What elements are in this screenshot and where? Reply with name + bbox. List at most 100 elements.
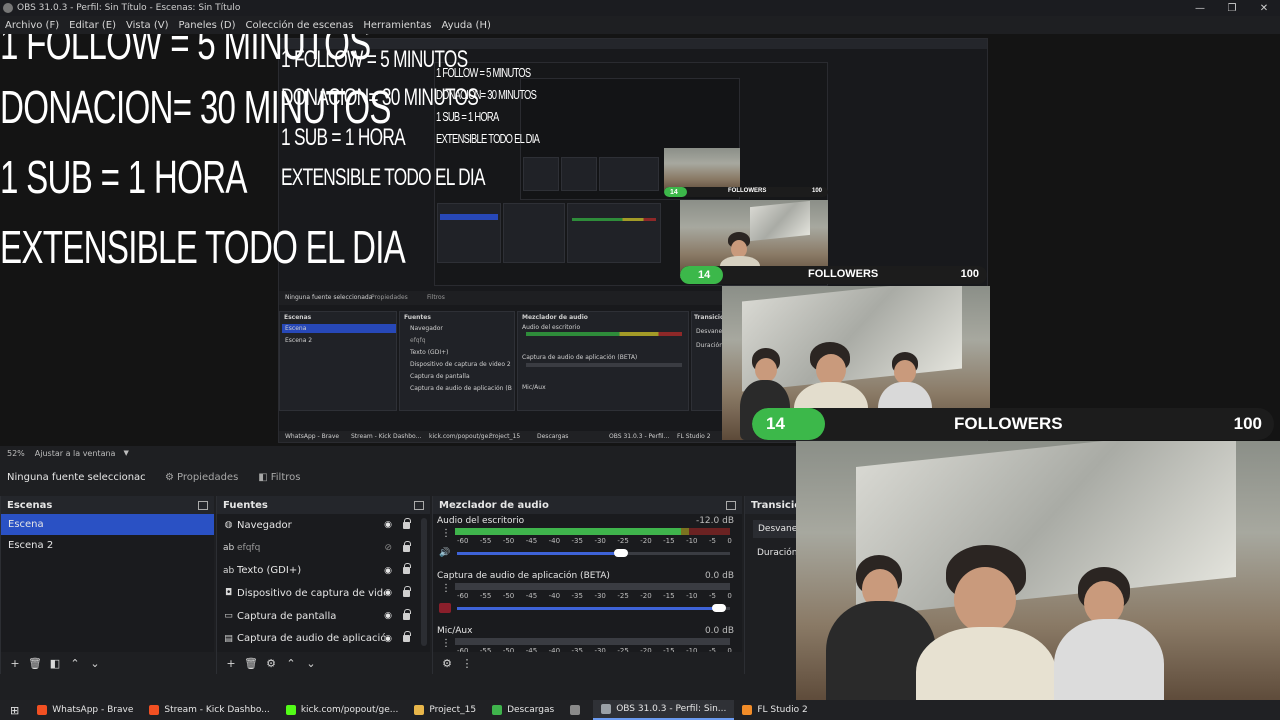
close-button[interactable]: ✕ xyxy=(1248,0,1280,16)
webcam-preview-small xyxy=(664,148,740,192)
sources-dock: Fuentes ◍ Navegador ◉ ab efqfq ⊘ ab Text… xyxy=(216,496,430,674)
lock-icon[interactable] xyxy=(403,585,411,597)
filters-button[interactable]: ◧ Filtros xyxy=(250,468,308,487)
preview-canvas[interactable]: Ninguna fuente seleccionada Propiedades … xyxy=(0,34,1280,446)
meter-tick-label: -35 xyxy=(571,592,583,600)
advanced-audio-gear-icon[interactable]: ⚙ xyxy=(439,655,455,671)
scenes-title: Escenas xyxy=(7,499,53,511)
fl-studio-icon xyxy=(742,705,753,715)
taskbar: ⊞ WhatsApp - Brave Stream - Kick Dashbo.… xyxy=(0,700,1280,720)
menu-editar[interactable]: Editar (E) xyxy=(64,20,121,31)
source-item-texto[interactable]: ab Texto (GDI+) ◉ xyxy=(217,559,430,582)
kebab-menu-icon[interactable]: ⋮ xyxy=(441,639,451,649)
source-item-navegador[interactable]: ◍ Navegador ◉ xyxy=(217,514,430,537)
add-source-button[interactable]: + xyxy=(223,655,239,671)
meter-tick-label: -45 xyxy=(525,592,538,600)
lock-icon[interactable] xyxy=(403,563,411,575)
eye-icon[interactable]: ◉ xyxy=(384,520,392,530)
nested-source-3: Texto (GDI+) xyxy=(410,349,449,356)
scene-item-escena-2[interactable]: Escena 2 xyxy=(1,535,214,556)
taskbar-item[interactable]: Stream - Kick Dashbo... xyxy=(141,700,277,720)
globe-icon: ◍ xyxy=(224,520,233,531)
kebab-menu-icon[interactable]: ⋮ xyxy=(441,584,451,594)
taskbar-item[interactable]: Descargas xyxy=(484,700,562,720)
meter-tick-label: -10 xyxy=(686,592,698,600)
menu-herramientas[interactable]: Herramientas xyxy=(358,20,436,31)
add-scene-button[interactable]: + xyxy=(7,655,23,671)
volume-meter xyxy=(455,638,730,645)
eye-icon[interactable]: ◉ xyxy=(384,611,392,621)
meter-tick-label: -20 xyxy=(640,537,652,545)
eye-icon[interactable]: ◉ xyxy=(384,634,392,644)
source-item-video-capture[interactable]: ◘ Dispositivo de captura de video 2 ◉ xyxy=(217,582,430,605)
meter-tick-label: -25 xyxy=(617,592,629,600)
meter-tick-label: -45 xyxy=(525,537,538,545)
nested-source-5: Captura de pantalla xyxy=(410,373,470,380)
volume-slider[interactable] xyxy=(457,549,730,557)
sources-scrollbar[interactable] xyxy=(421,518,427,646)
eye-hidden-icon[interactable]: ⊘ xyxy=(384,543,392,553)
remove-scene-button[interactable]: 🗑 xyxy=(27,655,43,671)
mixer-channel: Captura de audio de aplicación (BETA) 0.… xyxy=(433,569,742,624)
menu-vista[interactable]: Vista (V) xyxy=(121,20,173,31)
meter-ticks: -60 -55 -50 -45 -40 -35 -30 -25 -20 -15 -10 -5 0 xyxy=(457,537,732,545)
properties-button[interactable]: ⚙ Propiedades xyxy=(157,468,246,487)
source-item-app-audio[interactable]: ▤ Captura de audio de aplicación (B ◉ xyxy=(217,627,430,650)
follower-goal-bar-medium: 14 FOLLOWERS 100 xyxy=(680,266,987,284)
nested-mixer-ch3: Mic/Aux xyxy=(522,384,546,391)
remove-source-button[interactable]: 🗑 xyxy=(243,655,259,671)
lock-icon[interactable] xyxy=(403,631,411,643)
lock-icon[interactable] xyxy=(403,608,411,620)
meter-tick-label: -25 xyxy=(617,537,629,545)
sources-list: ◍ Navegador ◉ ab efqfq ⊘ ab Texto (GDI+)… xyxy=(217,514,430,652)
volume-slider[interactable] xyxy=(457,604,730,612)
overlay-line-2-small: DONACION= 30 MINUTOS xyxy=(436,87,537,102)
scene-filters-button[interactable]: ◧ xyxy=(47,655,63,671)
nested-mixer-ch2: Captura de audio de aplicación (BETA) xyxy=(522,354,638,361)
dock-float-icon[interactable] xyxy=(414,500,424,510)
transition-select[interactable]: Desvanec xyxy=(753,520,801,538)
minimize-button[interactable]: — xyxy=(1184,0,1216,16)
eye-icon[interactable]: ◉ xyxy=(384,588,392,598)
lock-icon[interactable] xyxy=(403,540,411,552)
dock-float-icon[interactable] xyxy=(726,500,736,510)
taskbar-item[interactable]: FL Studio 2 xyxy=(734,700,815,720)
source-properties-button[interactable]: ⚙ xyxy=(263,655,279,671)
move-down-button[interactable]: ⌄ xyxy=(303,655,319,671)
mixer-menu-icon[interactable]: ⋮ xyxy=(459,655,475,671)
volume-meter xyxy=(455,528,730,535)
taskbar-item[interactable]: WhatsApp - Brave xyxy=(29,700,141,720)
zoom-fit-dropdown[interactable]: Ajustar a la ventana xyxy=(35,449,116,458)
overlay-line-3-small: 1 SUB = 1 HORA xyxy=(436,109,499,124)
scene-item-escena[interactable]: Escena xyxy=(1,514,214,535)
move-up-button[interactable]: ⌃ xyxy=(283,655,299,671)
maximize-button[interactable]: ❐ xyxy=(1216,0,1248,16)
taskbar-item[interactable]: kick.com/popout/ge... xyxy=(278,700,407,720)
overlay-line-1-small: 1 FOLLOW = 5 MINUTOS xyxy=(436,65,531,80)
brave-icon xyxy=(37,705,48,715)
follower-goal-bar-large: 14 FOLLOWERS 100 xyxy=(752,408,1274,440)
menu-paneles[interactable]: Paneles (D) xyxy=(174,20,241,31)
source-item-efqfq[interactable]: ab efqfq ⊘ xyxy=(217,537,430,560)
eye-icon[interactable]: ◉ xyxy=(384,566,392,576)
move-down-button[interactable]: ⌄ xyxy=(87,655,103,671)
start-button[interactable]: ⊞ xyxy=(0,700,29,720)
source-item-screen-capture[interactable]: ▭ Captura de pantalla ◉ xyxy=(217,605,430,628)
dock-float-icon[interactable] xyxy=(198,500,208,510)
speaker-icon[interactable]: 🔊 xyxy=(439,548,451,558)
menu-archivo[interactable]: Archivo (F) xyxy=(0,20,64,31)
taskbar-item[interactable]: OBS 31.0.3 - Perfil: Sin... xyxy=(593,700,735,720)
menu-coleccion-escenas[interactable]: Colección de escenas xyxy=(241,20,359,31)
mixer-toolbar: ⚙ ⋮ xyxy=(433,652,742,674)
muted-speaker-icon[interactable] xyxy=(439,603,451,613)
lock-icon[interactable] xyxy=(403,517,411,529)
meter-tick-label: -50 xyxy=(502,537,515,545)
kebab-menu-icon[interactable]: ⋮ xyxy=(441,529,451,539)
taskbar-item[interactable] xyxy=(562,700,593,720)
menu-ayuda[interactable]: Ayuda (H) xyxy=(436,20,495,31)
app-audio-icon: ▤ xyxy=(224,633,233,644)
taskbar-item[interactable]: Project_15 xyxy=(406,700,484,720)
duration-label: Duración xyxy=(757,548,798,558)
chevron-down-icon[interactable]: ▼ xyxy=(123,449,128,457)
move-up-button[interactable]: ⌃ xyxy=(67,655,83,671)
